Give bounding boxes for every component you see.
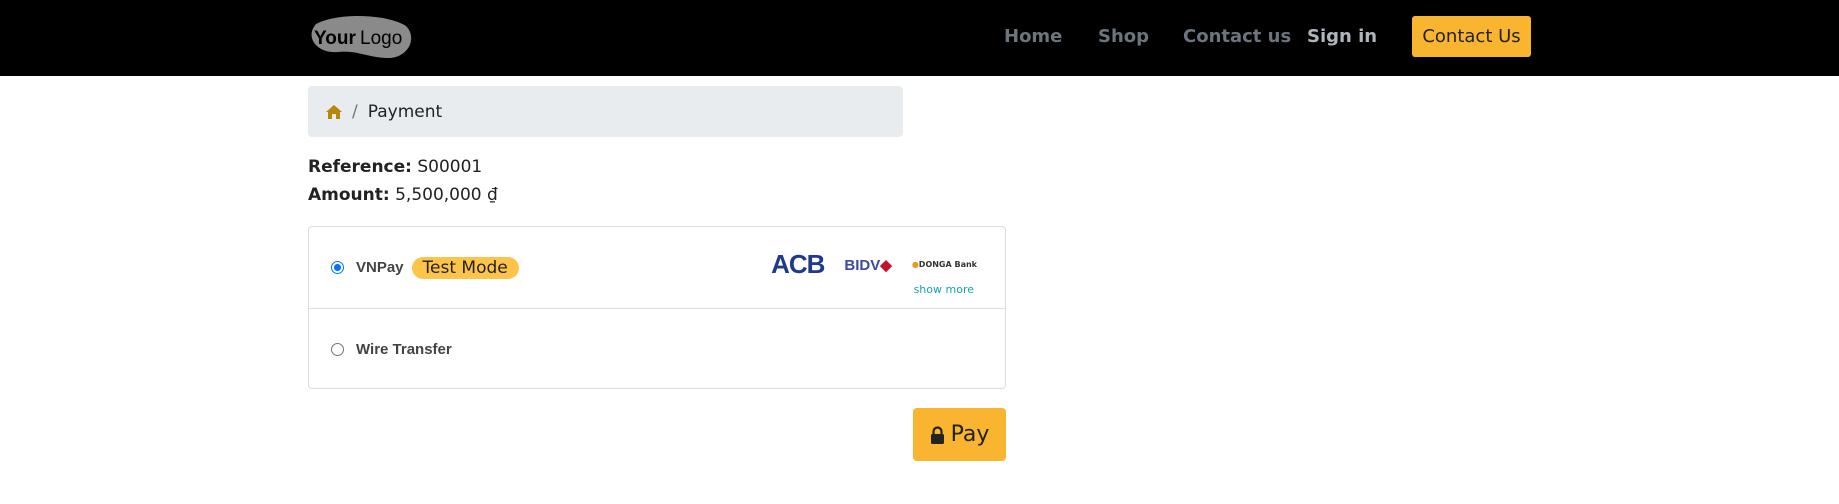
nav-home[interactable]: Home <box>1004 26 1062 47</box>
svg-text:Logo: Logo <box>360 28 402 49</box>
payment-option-vnpay[interactable]: VNPay Test Mode ACB BIDV◆ ●DONGA Bank sh… <box>309 227 1005 309</box>
amount-line: Amount: 5,500,000 ₫ <box>308 185 498 205</box>
reference-line: Reference: S00001 <box>308 157 482 177</box>
nav-shop[interactable]: Shop <box>1098 26 1149 47</box>
nav-sign-in[interactable]: Sign in <box>1307 26 1377 47</box>
payment-option-wire-transfer[interactable]: Wire Transfer <box>309 309 1005 389</box>
test-mode-badge: Test Mode <box>411 256 519 279</box>
reference-label: Reference: <box>308 157 412 177</box>
svg-text:Your: Your <box>314 28 356 49</box>
bank-logos: ACB BIDV◆ ●DONGA Bank <box>771 249 977 280</box>
contact-us-button[interactable]: Contact Us <box>1412 16 1531 57</box>
breadcrumb-separator: / <box>352 101 358 122</box>
lock-icon <box>930 425 944 444</box>
breadcrumb-current: Payment <box>367 101 443 122</box>
show-more-link[interactable]: show more <box>914 283 974 296</box>
home-icon[interactable] <box>326 104 342 119</box>
vnpay-radio[interactable] <box>331 261 344 274</box>
amount-label: Amount: <box>308 185 390 205</box>
navbar: Your Logo Home Shop Contact us Sign in C… <box>0 0 1839 76</box>
reference-value: S00001 <box>417 157 483 177</box>
logo[interactable]: Your Logo <box>308 14 414 60</box>
breadcrumb: / Payment <box>308 86 903 137</box>
pay-button[interactable]: Pay <box>913 408 1006 461</box>
donga-logo: ●DONGA Bank <box>911 260 977 269</box>
payment-methods: VNPay Test Mode ACB BIDV◆ ●DONGA Bank sh… <box>308 226 1006 389</box>
vnpay-label[interactable]: VNPay <box>356 259 404 276</box>
wire-transfer-label[interactable]: Wire Transfer <box>356 341 452 358</box>
pay-label: Pay <box>950 422 990 447</box>
amount-value: 5,500,000 ₫ <box>395 185 498 205</box>
nav-contact[interactable]: Contact us <box>1183 26 1291 47</box>
bidv-logo: BIDV◆ <box>844 256 892 274</box>
wire-transfer-radio[interactable] <box>331 342 344 356</box>
acb-logo: ACB <box>771 249 825 279</box>
